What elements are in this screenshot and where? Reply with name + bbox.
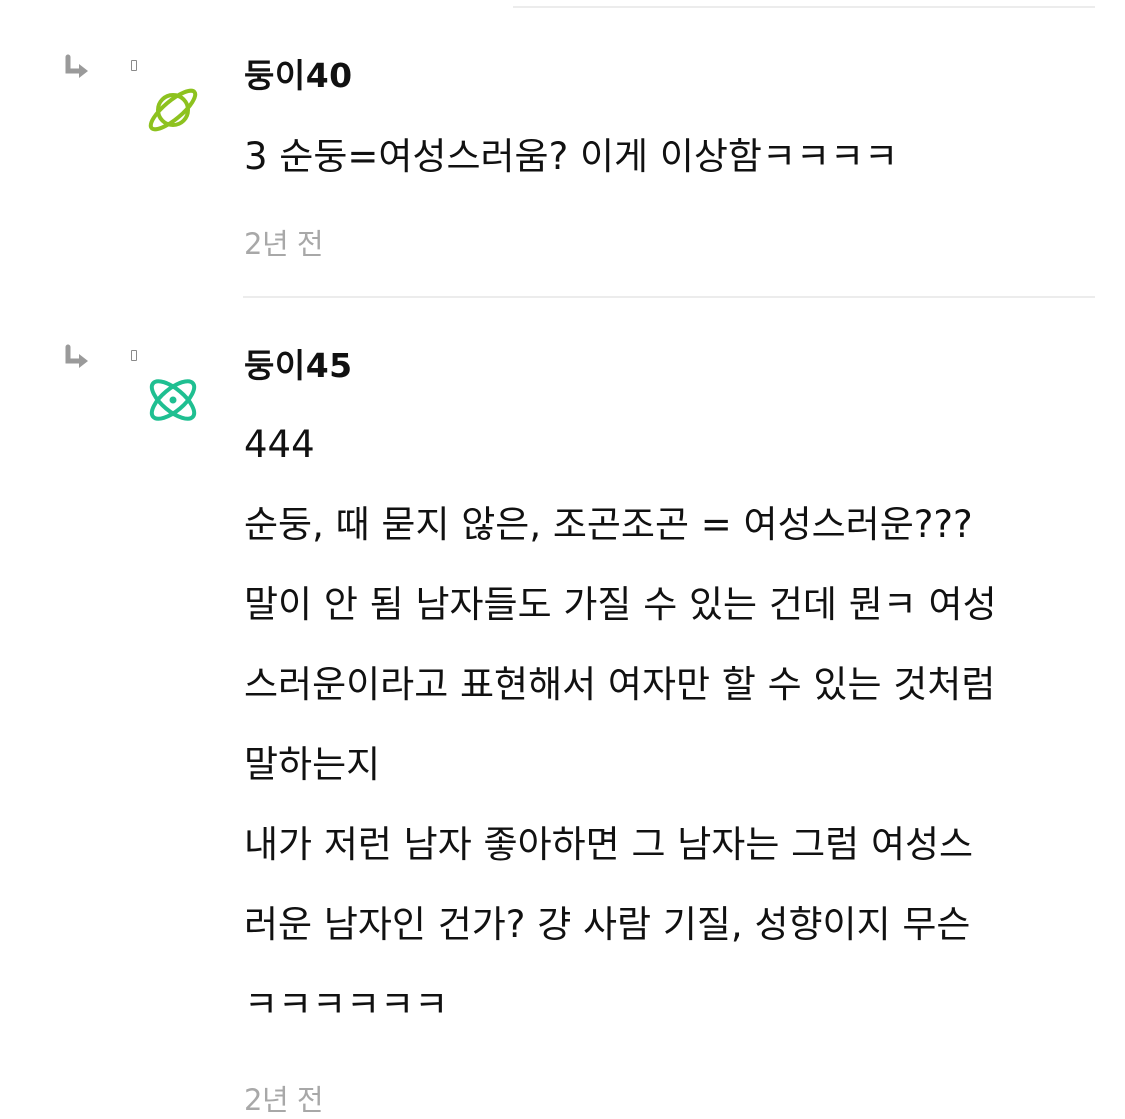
badge-icon [131,350,137,361]
comment-line: 스러운이라고 표현해서 여자만 할 수 있는 것처럼 [244,663,996,706]
comment-line: 말하는지 [244,743,381,786]
comment-time: 2년 전 [244,227,324,261]
comment-author[interactable]: 둥이45 [244,346,353,386]
comment-line: 내가 저런 남자 좋아하면 그 남자는 그럼 여성스 [244,823,974,866]
atom-icon[interactable] [143,370,203,430]
comment-author[interactable]: 둥이40 [244,56,353,96]
divider [243,296,1095,298]
comment-time: 2년 전 [244,1083,324,1117]
reply-arrow-icon [65,344,88,368]
planet-icon[interactable] [143,80,203,140]
comment-line: 444 [244,423,315,466]
comment-line: ㅋㅋㅋㅋㅋㅋ [244,983,449,1026]
comment-text: 444 순둥, 때 묻지 않은, 조곤조곤 = 여성스러운??? 말이 안 됨 … [244,405,997,1045]
comment-text: 3 순둥=여성스러움? 이게 이상함ㅋㅋㅋㅋ [244,117,898,197]
badge-icon [131,60,137,71]
comment-line: 말이 안 됨 남자들도 가질 수 있는 건데 뭔ㅋ 여성 [244,583,997,626]
divider-top [513,6,1095,8]
comment-line: 러운 남자인 건가? 걍 사람 기질, 성향이지 무슨 [244,903,971,946]
reply-arrow-icon [65,54,88,78]
comment-line: 순둥, 때 묻지 않은, 조곤조곤 = 여성스러운??? [244,503,973,546]
comment-line: 3 순둥=여성스러움? 이게 이상함ㅋㅋㅋㅋ [244,135,899,178]
